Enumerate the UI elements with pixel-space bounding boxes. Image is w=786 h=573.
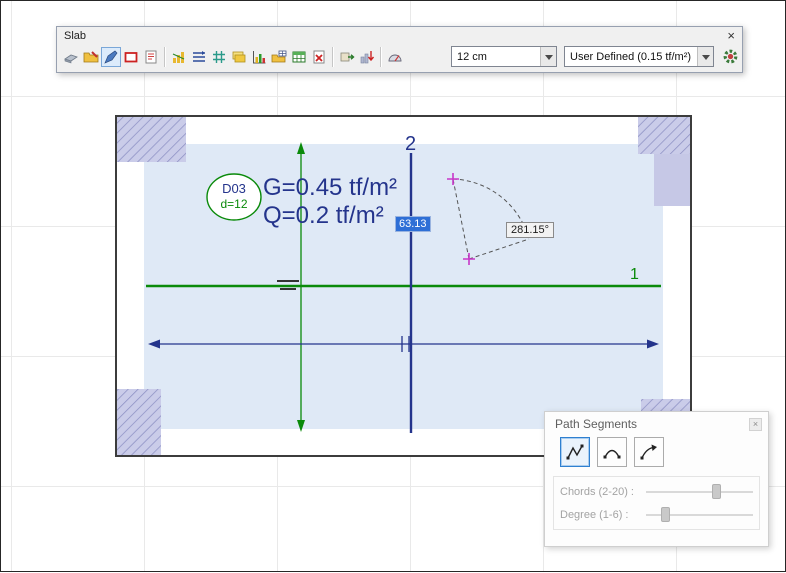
open-table-icon xyxy=(271,50,287,62)
slab-load-combobox[interactable]: User Defined (0.15 tf/m²) xyxy=(564,46,714,67)
toolbar-button-draw-slab[interactable] xyxy=(101,46,121,67)
toolbar-button-select[interactable] xyxy=(61,47,81,67)
open-edit-icon xyxy=(83,50,99,62)
settings-gear-icon xyxy=(723,49,737,64)
report-icon xyxy=(145,50,157,63)
slab-window-close-button[interactable]: × xyxy=(727,29,735,42)
application-window: { "slab_window": { "title": "Slab", "clo… xyxy=(0,0,786,572)
live-load-text: Q=0.2 tf/m² xyxy=(263,202,384,229)
length-edit-field[interactable]: 63.13 xyxy=(395,216,431,232)
toolbar-separator xyxy=(332,46,334,67)
arc-icon xyxy=(603,449,621,459)
protractor-icon xyxy=(388,54,402,61)
slab-load-value: User Defined (0.15 tf/m²) xyxy=(570,50,692,63)
toolbar-button-open-edit[interactable] xyxy=(81,47,101,67)
degree-slider[interactable] xyxy=(646,506,753,524)
curve-arrow-icon xyxy=(640,444,657,460)
settings-gear-button[interactable] xyxy=(720,47,740,67)
axis-2-label: 2 xyxy=(405,133,416,155)
slab-tag-thickness: d=12 xyxy=(220,197,247,211)
slab-toolbar-window: Slab × 12 cm User Defined (0.15 tf/m²) xyxy=(56,26,743,73)
slab-window-titlebar[interactable]: Slab × xyxy=(57,27,742,44)
toolbar-separator xyxy=(164,46,166,67)
toolbar-button-report[interactable] xyxy=(141,47,161,67)
dead-load-text: G=0.45 tf/m² xyxy=(263,174,397,201)
chords-slider[interactable] xyxy=(646,483,753,501)
select-icon xyxy=(64,54,78,63)
chords-slider-thumb[interactable] xyxy=(712,483,722,499)
toolbar-button-layers[interactable] xyxy=(229,47,249,67)
path-segments-close-button[interactable]: × xyxy=(749,417,762,431)
column-top-left[interactable] xyxy=(116,116,186,162)
toolbar-button-table[interactable] xyxy=(289,47,309,67)
chords-row: Chords (2-20) : xyxy=(560,480,753,503)
toolbar-button-protractor[interactable] xyxy=(385,47,405,67)
column-top-right-extension[interactable] xyxy=(654,154,691,206)
axis-1-label: 1 xyxy=(630,266,639,283)
chevron-down-icon[interactable] xyxy=(697,47,713,66)
diagram-icon xyxy=(172,51,185,63)
column-top-right[interactable] xyxy=(638,116,691,154)
import-icon xyxy=(360,50,375,63)
path-segments-header: Path Segments × xyxy=(545,412,768,433)
table-icon xyxy=(292,51,306,62)
polyline-icon xyxy=(566,444,584,460)
slab-outline-icon xyxy=(124,51,138,62)
toolbar-button-diagram[interactable] xyxy=(169,47,189,67)
path-segments-title: Path Segments xyxy=(555,417,638,431)
draw-slab-icon xyxy=(104,50,118,64)
degree-row: Degree (1-6) : xyxy=(560,503,753,526)
toolbar-button-open-table[interactable] xyxy=(269,47,289,67)
export-icon xyxy=(340,52,355,61)
degree-label: Degree (1-6) : xyxy=(560,508,629,521)
column-bottom-left[interactable] xyxy=(116,389,161,455)
slab-toolbar: 12 cm User Defined (0.15 tf/m²) xyxy=(57,44,742,72)
arc-segment-button[interactable] xyxy=(597,437,627,467)
segment-options-group: Chords (2-20) : Degree (1-6) : xyxy=(553,476,760,530)
toolbar-button-import[interactable] xyxy=(357,47,377,67)
toolbar-button-export[interactable] xyxy=(337,47,357,67)
toolbar-button-slab-outline[interactable] xyxy=(121,47,141,67)
toolbar-button-chart[interactable] xyxy=(249,47,269,67)
polyline-segment-button[interactable] xyxy=(560,437,590,467)
slab-tag-name: D03 xyxy=(222,181,246,196)
toolbar-separator xyxy=(380,46,382,67)
chart-icon xyxy=(253,50,266,63)
toolbar-button-delete-doc[interactable] xyxy=(309,47,329,67)
toolbar-button-mesh[interactable] xyxy=(209,47,229,67)
chords-slider-track xyxy=(646,490,753,493)
layers-icon xyxy=(232,51,246,62)
toolbar-button-reinforcement[interactable] xyxy=(189,47,209,67)
angle-readout: 281.15° xyxy=(506,222,555,238)
slab-window-title: Slab xyxy=(64,29,87,42)
segment-type-buttons xyxy=(545,433,768,467)
path-segments-panel: Path Segments × Chords (2-20): Degree (… xyxy=(544,411,769,547)
degree-slider-thumb[interactable] xyxy=(660,506,670,522)
chords-label: Chords (2-20) : xyxy=(560,485,634,498)
chevron-down-icon[interactable] xyxy=(540,47,556,66)
delete-doc-icon xyxy=(313,50,325,63)
curve-segment-button[interactable] xyxy=(634,437,664,467)
mesh-icon xyxy=(213,50,225,63)
slab-thickness-combobox[interactable]: 12 cm xyxy=(451,46,557,67)
slab-thickness-value: 12 cm xyxy=(457,50,487,63)
reinforcement-icon xyxy=(193,50,205,62)
